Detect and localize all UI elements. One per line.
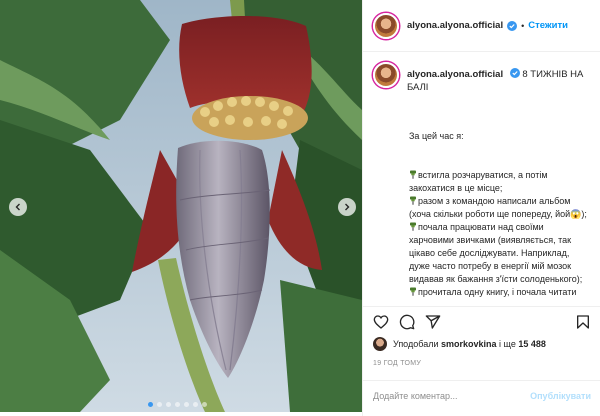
follow-button[interactable]: Стежити bbox=[528, 20, 568, 31]
caption-item-text: почала працювати над своїми харчовими зв… bbox=[409, 222, 583, 284]
caption-item-text: встигла розчаруватися, а потім закохатис… bbox=[409, 170, 551, 193]
carousel-dot bbox=[193, 402, 198, 407]
heart-icon[interactable] bbox=[373, 314, 389, 330]
caption-body: За цей час я: встигла розчаруватися, а п… bbox=[409, 104, 591, 300]
bookmark-icon[interactable] bbox=[575, 314, 591, 330]
author-username[interactable]: alyona.alyona.official bbox=[407, 20, 503, 31]
carousel-dots bbox=[148, 402, 207, 407]
caption-list-item: почала працювати над своїми харчовими зв… bbox=[409, 221, 591, 286]
liker-avatar[interactable] bbox=[373, 337, 387, 351]
banana-flower-photo bbox=[0, 0, 362, 412]
author-avatar[interactable] bbox=[373, 12, 399, 39]
header-separator: • bbox=[521, 20, 525, 31]
caption-list: встигла розчаруватися, а потім закохатис… bbox=[409, 169, 591, 300]
caption-item-text: прочитала одну книгу, і почала читати др… bbox=[418, 287, 577, 297]
post-header: alyona.alyona.official • Стежити bbox=[363, 0, 600, 52]
caption-list-item: встигла розчаруватися, а потім закохатис… bbox=[409, 169, 591, 195]
caption-list-item: разом з командою написали альбом (хоча с… bbox=[409, 195, 591, 221]
carousel-dot bbox=[184, 402, 189, 407]
instagram-post: alyona.alyona.official • Стежити alyona.… bbox=[0, 0, 600, 416]
carousel-dot bbox=[175, 402, 180, 407]
post-sidebar: alyona.alyona.official • Стежити alyona.… bbox=[362, 0, 600, 416]
chevron-right-icon bbox=[345, 203, 350, 211]
publish-button[interactable]: Опублікувати bbox=[530, 391, 591, 401]
caption-list-item: прочитала одну книгу, і почала читати др… bbox=[409, 286, 591, 300]
pushpin-icon bbox=[410, 222, 416, 231]
previous-photo-button[interactable] bbox=[9, 198, 27, 216]
comment-input[interactable] bbox=[373, 390, 531, 401]
carousel-dot bbox=[157, 402, 162, 407]
verified-icon bbox=[509, 68, 520, 78]
next-photo-button[interactable] bbox=[338, 198, 356, 216]
action-bar bbox=[363, 306, 600, 336]
liker-username[interactable]: smorkovkina bbox=[441, 339, 497, 349]
caption-header: alyona.alyona.official 8 ТИЖНІВ НА БАЛІ bbox=[373, 60, 591, 94]
caption-username[interactable]: alyona.alyona.official bbox=[407, 69, 503, 80]
pushpin-icon bbox=[410, 170, 416, 179]
likes-middle: і ще bbox=[499, 339, 516, 349]
carousel-dot bbox=[202, 402, 207, 407]
likes-summary: Уподобали smorkovkina і ще 15 488 bbox=[373, 337, 546, 351]
caption-item-text: разом з командою написали альбом (хоча с… bbox=[409, 196, 587, 219]
caption-avatar[interactable] bbox=[373, 62, 399, 88]
chevron-left-icon bbox=[15, 203, 20, 211]
verified-icon bbox=[507, 20, 518, 31]
caption-area: alyona.alyona.official 8 ТИЖНІВ НА БАЛІ … bbox=[363, 60, 600, 300]
likes-count[interactable]: 15 488 bbox=[518, 339, 546, 349]
comment-composer: Опублікувати bbox=[363, 380, 600, 410]
share-icon[interactable] bbox=[425, 314, 441, 330]
carousel-dot bbox=[148, 402, 153, 407]
post-time[interactable]: 19 ГОД ТОМУ bbox=[373, 360, 421, 367]
comment-icon[interactable] bbox=[399, 314, 415, 330]
carousel-dot bbox=[166, 402, 171, 407]
pushpin-icon bbox=[410, 287, 416, 296]
pushpin-icon bbox=[410, 196, 416, 205]
caption-title: alyona.alyona.official 8 ТИЖНІВ НА БАЛІ bbox=[407, 68, 591, 94]
post-photo[interactable] bbox=[0, 0, 362, 412]
likes-prefix: Уподобали bbox=[393, 339, 439, 349]
caption-intro: За цей час я: bbox=[409, 131, 464, 141]
